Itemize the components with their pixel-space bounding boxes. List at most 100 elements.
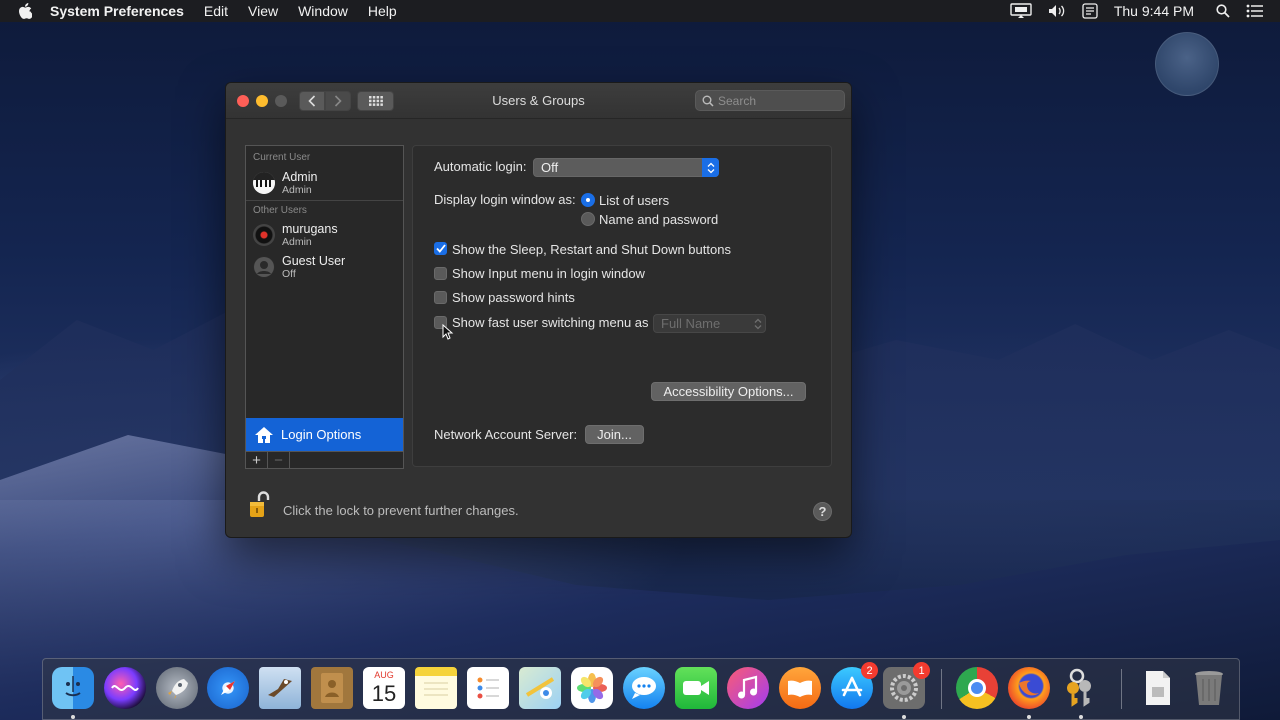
- menu-bar: System Preferences Edit View Window Help…: [0, 0, 1280, 22]
- finder-running-indicator: [71, 715, 75, 719]
- user-row-admin[interactable]: Admin Admin: [253, 168, 398, 198]
- other-users-header: Other Users: [253, 205, 307, 216]
- remove-user-button: −: [268, 452, 290, 469]
- radio-list-of-users[interactable]: [581, 193, 595, 207]
- checkbox-fast-user-switching-label[interactable]: Show fast user switching menu as: [452, 315, 649, 330]
- system-preferences-badge: 1: [913, 662, 930, 679]
- house-icon: [254, 426, 274, 444]
- user-name: Guest User: [282, 253, 346, 268]
- title-bar: Users & Groups: [226, 83, 851, 119]
- system-preferences-running-indicator: [902, 715, 906, 719]
- launchpad-icon[interactable]: [156, 667, 198, 709]
- search-field[interactable]: [695, 90, 845, 111]
- accessibility-options-button[interactable]: Accessibility Options...: [651, 382, 806, 401]
- user-row-murugans[interactable]: murugans Admin: [253, 220, 398, 250]
- sidebar-divider: [246, 200, 403, 201]
- firefox-icon[interactable]: [1008, 667, 1050, 709]
- sidebar-footer: + −: [246, 451, 403, 469]
- users-groups-window: Users & Groups Current User Admin Admin …: [225, 82, 852, 538]
- itunes-icon[interactable]: [727, 667, 769, 709]
- user-row-guest[interactable]: Guest User Off: [253, 252, 398, 282]
- radio-name-and-password[interactable]: [581, 212, 595, 226]
- chrome-icon[interactable]: [956, 667, 998, 709]
- keychain-access-icon[interactable]: [1060, 667, 1102, 709]
- lock-icon[interactable]: [248, 491, 272, 522]
- menu-bar-extras: Thu 9:44 PM: [1010, 0, 1280, 22]
- user-role: Admin: [282, 235, 312, 248]
- current-user-header: Current User: [253, 152, 311, 163]
- search-input[interactable]: [718, 93, 828, 108]
- users-sidebar: Current User Admin Admin Other Users mur…: [245, 145, 404, 469]
- target-avatar-icon: [253, 224, 275, 246]
- fast-user-switching-value: Full Name: [661, 316, 721, 331]
- calendar-icon[interactable]: AUG 15: [363, 667, 405, 709]
- guest-avatar-icon: [253, 256, 275, 278]
- airplay-display-icon[interactable]: [1010, 3, 1032, 19]
- user-name: murugans: [282, 221, 338, 236]
- radio-list-of-users-label[interactable]: List of users: [599, 193, 669, 208]
- reminders-icon[interactable]: [467, 667, 509, 709]
- user-role: Off: [282, 267, 296, 280]
- automatic-login-popup[interactable]: Off: [533, 158, 719, 177]
- checkbox-sleep-restart[interactable]: [434, 242, 447, 255]
- notes-icon[interactable]: [415, 667, 457, 709]
- safari-icon[interactable]: [207, 667, 249, 709]
- checkbox-sleep-restart-label[interactable]: Show the Sleep, Restart and Shut Down bu…: [452, 242, 731, 257]
- menu-view[interactable]: View: [248, 3, 278, 19]
- facetime-icon[interactable]: [675, 667, 717, 709]
- dock: AUG 15 2 1: [42, 658, 1240, 720]
- checkbox-password-hints[interactable]: [434, 291, 447, 304]
- checkbox-password-hints-label[interactable]: Show password hints: [452, 290, 575, 305]
- add-user-button[interactable]: +: [246, 452, 268, 469]
- help-button[interactable]: ?: [813, 502, 832, 521]
- calendar-day: 15: [371, 681, 397, 706]
- checkbox-input-menu-label[interactable]: Show Input menu in login window: [452, 266, 645, 281]
- input-menu-icon[interactable]: [1082, 3, 1098, 19]
- dock-separator: [1121, 669, 1122, 709]
- lock-status-text: Click the lock to prevent further change…: [283, 503, 519, 518]
- join-button[interactable]: Join...: [585, 425, 644, 444]
- app-store-icon[interactable]: 2: [831, 662, 878, 709]
- checkbox-input-menu[interactable]: [434, 267, 447, 280]
- checkmark-icon: [435, 244, 446, 253]
- contacts-icon[interactable]: [311, 667, 353, 709]
- photos-icon[interactable]: [571, 667, 613, 709]
- menu-help[interactable]: Help: [368, 3, 397, 19]
- apple-menu-icon[interactable]: [18, 3, 36, 19]
- mouse-cursor-icon: [442, 324, 454, 340]
- messages-icon[interactable]: [623, 667, 665, 709]
- notification-center-icon[interactable]: [1246, 4, 1264, 18]
- calendar-month: AUG: [363, 669, 405, 681]
- automatic-login-label: Automatic login:: [434, 159, 527, 174]
- piano-avatar-icon: [253, 172, 275, 194]
- dock-separator: [941, 669, 942, 709]
- desktop-user-avatar: [1155, 32, 1219, 96]
- sidebar-item-login-options[interactable]: Login Options: [246, 418, 403, 451]
- menu-window[interactable]: Window: [298, 3, 348, 19]
- siri-icon[interactable]: [104, 667, 146, 709]
- radio-name-and-password-label[interactable]: Name and password: [599, 212, 718, 227]
- user-role: Admin: [282, 183, 312, 196]
- popup-stepper-icon: [702, 158, 719, 177]
- trash-icon[interactable]: [1188, 667, 1230, 709]
- menu-app-name[interactable]: System Preferences: [50, 3, 184, 19]
- menu-bar-clock[interactable]: Thu 9:44 PM: [1114, 3, 1194, 19]
- downloads-stack-icon[interactable]: [1137, 667, 1179, 709]
- ibooks-icon[interactable]: [779, 667, 821, 709]
- finder-icon[interactable]: [52, 667, 94, 709]
- app-store-badge: 2: [861, 662, 878, 679]
- volume-icon[interactable]: [1048, 4, 1066, 18]
- menu-edit[interactable]: Edit: [204, 3, 228, 19]
- system-preferences-icon[interactable]: 1: [883, 662, 930, 709]
- spotlight-search-icon[interactable]: [1216, 4, 1230, 18]
- mail-eagle-icon[interactable]: [259, 667, 301, 709]
- fast-user-switching-popup: Full Name: [653, 314, 766, 333]
- keychain-running-indicator: [1079, 715, 1083, 719]
- popup-stepper-icon: [749, 314, 766, 333]
- display-login-label: Display login window as:: [434, 192, 576, 207]
- automatic-login-value: Off: [541, 160, 559, 175]
- firefox-running-indicator: [1027, 715, 1031, 719]
- user-name: Admin: [282, 169, 318, 184]
- maps-icon[interactable]: [519, 667, 561, 709]
- search-icon: [702, 95, 714, 107]
